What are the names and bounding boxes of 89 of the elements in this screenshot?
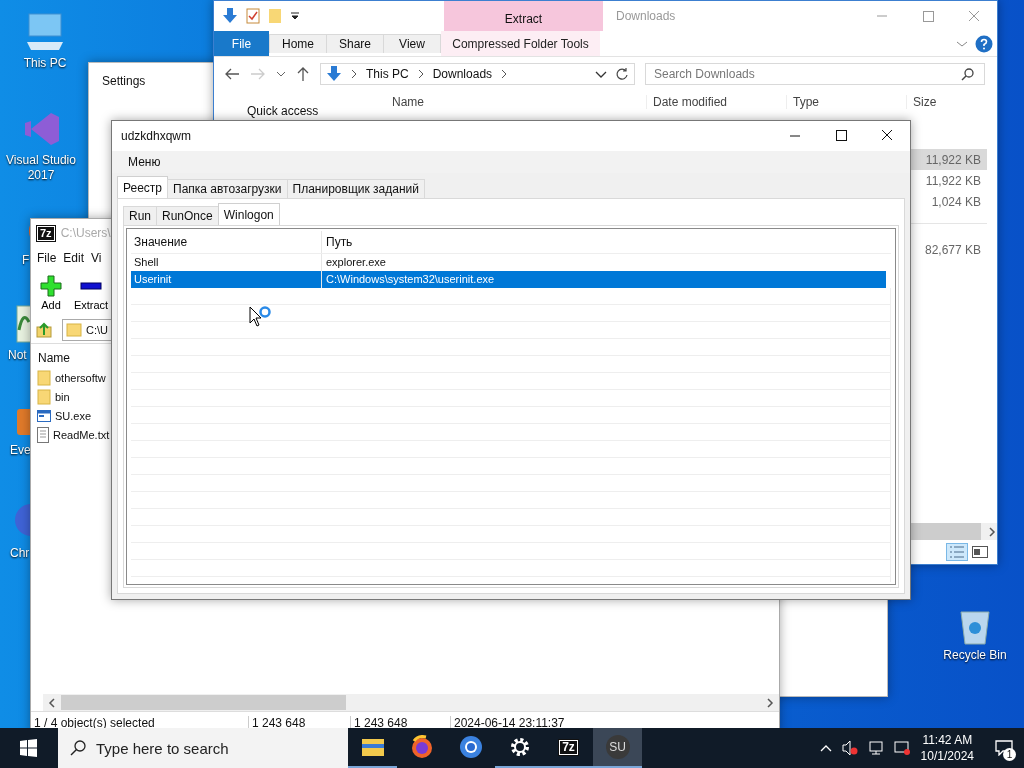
tab[interactable]: Планировщик заданий: [286, 179, 425, 198]
icon-label: F: [21, 253, 30, 268]
network-icon[interactable]: [866, 739, 885, 757]
ribbon-tab[interactable]: Share: [326, 34, 384, 53]
plus-icon: [40, 275, 62, 297]
monitor-warning-icon[interactable]: [892, 739, 911, 757]
folder-icon: [37, 369, 51, 386]
folder-icon: [37, 388, 51, 405]
taskbar-app[interactable]: SU: [593, 728, 642, 768]
download-arrow-icon[interactable]: [222, 7, 238, 25]
clock-date[interactable]: 10/1/2024: [920, 748, 974, 764]
column-header[interactable]: Путь: [321, 231, 886, 253]
up-arrow-icon[interactable]: [296, 65, 310, 82]
scrollbar-thumb[interactable]: [61, 695, 346, 710]
icon-label: Recycle Bin: [943, 648, 1007, 663]
horizontal-scrollbar[interactable]: [43, 694, 779, 711]
help-icon[interactable]: [975, 34, 993, 53]
notification-count: 1: [1003, 748, 1016, 761]
chevron-down-icon[interactable]: [595, 69, 607, 78]
folder-icon: [360, 737, 385, 757]
icon-label: Visual Studio 2017: [5, 153, 77, 183]
menu-item[interactable]: Меню: [120, 153, 169, 171]
search-field[interactable]: Search Downloads: [645, 62, 985, 85]
icon-label: Chr: [9, 546, 30, 561]
toolbar-button[interactable]: Add: [31, 275, 71, 311]
column-header[interactable]: Type: [786, 94, 906, 109]
refresh-icon[interactable]: [615, 66, 629, 81]
chevron-left-icon[interactable]: [47, 696, 57, 709]
tab[interactable]: Run: [123, 206, 157, 225]
column-header[interactable]: Size: [906, 94, 991, 109]
search-icon: [961, 66, 975, 81]
browser-icon: [409, 735, 434, 759]
icon-label: Eve: [9, 443, 31, 458]
chevron-down-icon[interactable]: [276, 69, 286, 78]
chevron-right-icon[interactable]: [500, 68, 509, 79]
list-row[interactable]: Userinit C:\Windows\system32\userinit.exe: [131, 271, 886, 288]
text-file-icon: [37, 426, 49, 443]
status-text: 2024-06-14 23:11:37: [453, 716, 566, 730]
chevron-up-icon[interactable]: [818, 743, 833, 753]
tab[interactable]: Реестр: [117, 176, 168, 198]
muted-speaker-icon[interactable]: [840, 739, 859, 757]
column-header[interactable]: Name: [31, 348, 70, 368]
menu-item[interactable]: Vi: [91, 251, 102, 265]
chevron-right-icon[interactable]: [416, 68, 425, 79]
breadcrumb[interactable]: Downloads: [432, 66, 493, 81]
context-group-label: Extract: [504, 12, 543, 26]
chevron-right-icon[interactable]: [350, 68, 358, 79]
icon-label: Not: [7, 348, 27, 363]
breadcrumb[interactable]: This PC: [366, 66, 409, 81]
clock-time[interactable]: 11:42 AM: [922, 732, 973, 748]
ribbon-tab[interactable]: Home: [269, 34, 327, 53]
column-header[interactable]: Date modified: [646, 94, 786, 109]
nav-item[interactable]: Quick access: [247, 104, 319, 118]
chevron-right-icon[interactable]: [765, 696, 775, 709]
notification-icon: [995, 740, 1013, 756]
download-arrow-icon: [326, 64, 342, 83]
window-title: Settings: [102, 74, 146, 88]
browser-icon: [458, 735, 483, 759]
file-name[interactable]: bin: [55, 390, 70, 403]
search-icon: [70, 740, 86, 756]
menu-item[interactable]: Edit: [63, 251, 85, 265]
icon-label: This PC: [23, 56, 67, 71]
menu-item[interactable]: File: [37, 251, 57, 265]
folder-icon: [66, 322, 82, 338]
column-header[interactable]: Значение: [131, 235, 321, 249]
dropdown-icon[interactable]: [290, 11, 300, 21]
folder-up-icon[interactable]: [35, 321, 53, 339]
toolbar-button[interactable]: Extract: [71, 275, 111, 311]
file-menu-button[interactable]: File: [214, 31, 269, 56]
file-name[interactable]: othersoftw: [55, 371, 106, 384]
address-bar[interactable]: This PC Downloads: [320, 62, 635, 85]
properties-icon[interactable]: [246, 8, 260, 24]
tab[interactable]: Winlogon: [217, 203, 280, 225]
app-logo: 7z: [37, 225, 55, 241]
window-title: C:\Users\: [60, 226, 111, 240]
back-arrow-icon[interactable]: [224, 66, 240, 81]
tab[interactable]: Папка автозагрузки: [167, 179, 288, 198]
large-icons-view-icon[interactable]: [971, 545, 989, 559]
chevron-right-icon[interactable]: [987, 525, 997, 538]
ribbon-tab[interactable]: View: [383, 34, 441, 53]
tab[interactable]: RunOnce: [156, 206, 219, 225]
notification-button[interactable]: 1: [984, 728, 1024, 768]
file-name[interactable]: SU.exe: [55, 409, 92, 422]
search-field[interactable]: Type here to search: [58, 728, 348, 768]
file-name[interactable]: ReadMe.txt: [53, 428, 110, 441]
gear-icon: [508, 736, 531, 758]
program-icon: [37, 408, 51, 423]
window-title: Downloads: [615, 9, 677, 23]
window-title: udzkdhxqwm: [121, 129, 192, 143]
